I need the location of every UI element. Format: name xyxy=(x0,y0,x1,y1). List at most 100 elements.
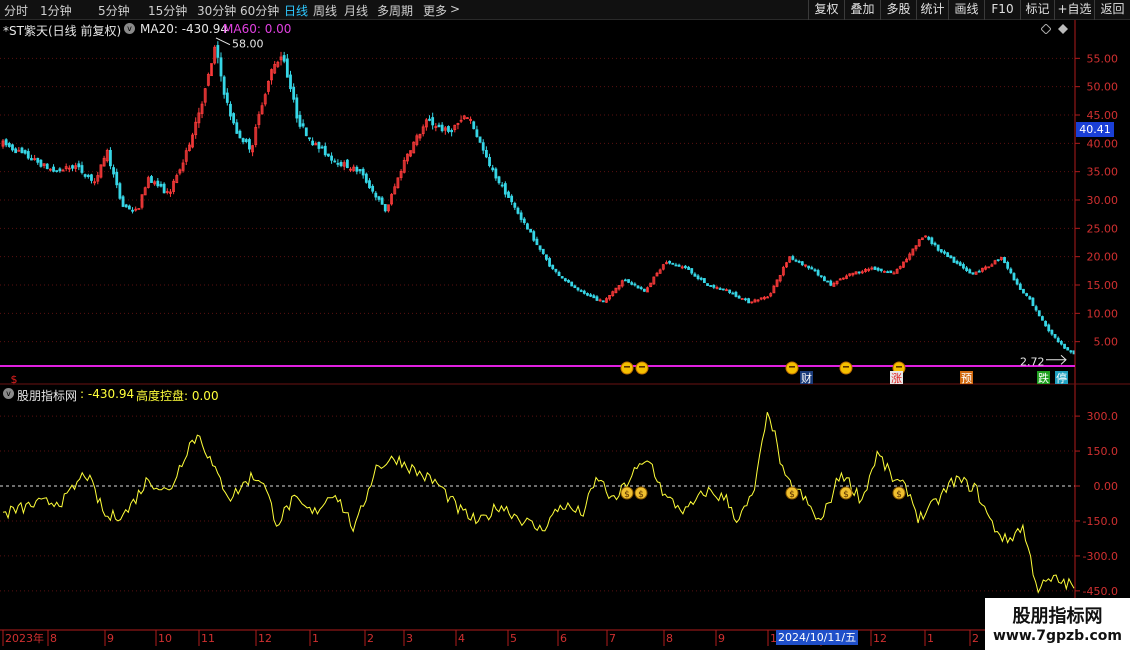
candle-body xyxy=(522,218,526,223)
statistics-button[interactable]: 统计 xyxy=(916,0,948,20)
candle-body xyxy=(526,223,529,230)
control-label: 高度控盘: 0.00 xyxy=(136,389,219,403)
overlay-button[interactable]: 叠加 xyxy=(844,0,880,20)
candle-body xyxy=(557,271,561,277)
multi-stock-button[interactable]: 多股 xyxy=(880,0,916,20)
chevron-down-icon[interactable]: v xyxy=(3,388,14,399)
period-tab-more[interactable]: 更多 xyxy=(423,2,447,19)
candle-body xyxy=(327,153,330,157)
draw-line-button[interactable]: 画线 xyxy=(948,0,984,20)
candle-body xyxy=(800,261,804,266)
candle-body xyxy=(229,103,232,117)
settings-diamond-icon[interactable] xyxy=(1058,24,1068,34)
emoji-eyes xyxy=(896,366,902,368)
indicator-axis-label: 300.0 xyxy=(1087,410,1119,423)
adjust-button[interactable]: 复权 xyxy=(808,0,844,20)
candle-body xyxy=(586,293,589,296)
candle-body xyxy=(497,176,501,184)
candle-body xyxy=(1006,261,1010,269)
candle-body xyxy=(1053,334,1057,338)
chart-canvas[interactable]: 55.0050.0045.0040.0035.0030.0025.0020.00… xyxy=(0,0,1130,650)
candle-body xyxy=(633,283,637,286)
money-bag-glyph: $ xyxy=(896,490,902,500)
period-toolbar: 分时 1分钟 5分钟 15分钟 30分钟 60分钟 日线 周线 月线 多周期 更… xyxy=(0,0,1130,20)
candle-body xyxy=(39,159,43,167)
candle-body xyxy=(1056,337,1060,343)
candle-body xyxy=(55,170,59,172)
candle-body xyxy=(955,260,959,264)
candle-body xyxy=(595,296,599,301)
candle-body xyxy=(1018,283,1022,290)
time-axis-label: 9 xyxy=(107,632,114,645)
indicator-axis-label: 0.00 xyxy=(1094,480,1119,493)
candle-body xyxy=(345,159,349,169)
period-tab-monthly[interactable]: 月线 xyxy=(344,2,368,19)
indicator-name: 股朋指标网 xyxy=(17,389,78,403)
marker-dollar: $ xyxy=(11,373,18,386)
price-axis-label: 35.00 xyxy=(1087,166,1119,179)
candle-body xyxy=(336,162,340,165)
candle-body xyxy=(478,136,482,143)
time-axis-label: 2 xyxy=(367,632,374,645)
time-axis-label: 1 xyxy=(927,632,934,645)
price-axis-label: 15.00 xyxy=(1087,279,1119,292)
indicator-value: : -430.94 xyxy=(80,387,135,401)
candle-body xyxy=(472,121,476,130)
candle-body xyxy=(873,266,877,270)
candle-body xyxy=(943,251,946,254)
mark-button[interactable]: 标记 xyxy=(1020,0,1054,20)
candle-body xyxy=(1066,347,1070,351)
candle-body xyxy=(702,278,706,283)
candle-body xyxy=(364,173,368,183)
candle-body xyxy=(510,195,514,203)
candle-body xyxy=(45,163,49,170)
candle-body xyxy=(1022,288,1025,294)
low-price-label: 2.72 xyxy=(1020,356,1045,369)
candle-body xyxy=(285,58,289,78)
candle-body xyxy=(630,282,634,285)
f10-button[interactable]: F10 xyxy=(984,0,1020,20)
add-watchlist-button[interactable]: +自选 xyxy=(1054,0,1094,20)
more-chevron-icon[interactable]: > xyxy=(450,2,460,16)
price-axis-label: 40.00 xyxy=(1087,137,1119,150)
candle-body xyxy=(747,298,751,304)
candle-body xyxy=(320,146,324,149)
candle-body xyxy=(371,185,375,192)
period-tab-15min[interactable]: 15分钟 xyxy=(148,2,187,19)
candle-body xyxy=(77,163,81,168)
candle-body xyxy=(1059,341,1063,345)
period-tab-weekly[interactable]: 周线 xyxy=(313,2,337,19)
candle-body xyxy=(484,150,488,158)
candle-body xyxy=(20,147,24,154)
candle-body xyxy=(1028,296,1032,300)
candle-body xyxy=(222,76,226,95)
candle-body xyxy=(560,276,564,279)
period-tab-1min[interactable]: 1分钟 xyxy=(40,2,72,19)
period-tab-30min[interactable]: 30分钟 xyxy=(197,2,236,19)
period-tab-realtime[interactable]: 分时 xyxy=(4,2,28,19)
candle-body xyxy=(744,298,747,301)
time-axis-label: 12 xyxy=(873,632,887,645)
chart-axes: 55.0050.0045.0040.0035.0030.0025.0020.00… xyxy=(0,20,1130,646)
candle-body xyxy=(447,126,450,132)
candle-body xyxy=(127,205,131,210)
emoji-face-icon xyxy=(839,361,853,375)
price-axis-label: 5.00 xyxy=(1094,336,1119,349)
period-tab-5min[interactable]: 5分钟 xyxy=(98,2,130,19)
candle-body xyxy=(677,264,681,267)
candle-body xyxy=(11,144,14,151)
candle-body xyxy=(545,254,548,260)
period-tab-60min[interactable]: 60分钟 xyxy=(240,2,279,19)
candle-body xyxy=(1003,257,1006,264)
back-button[interactable]: 返回 xyxy=(1094,0,1130,20)
candle-body xyxy=(601,300,605,303)
period-tab-multi[interactable]: 多周期 xyxy=(377,2,413,19)
candle-body xyxy=(58,168,62,172)
chevron-down-icon[interactable]: v xyxy=(124,23,135,34)
period-tab-daily[interactable]: 日线 xyxy=(284,2,308,19)
candle-body xyxy=(693,273,697,277)
watermark-title: 股朋指标网 xyxy=(1012,606,1103,627)
diamond-icon[interactable] xyxy=(1041,24,1051,34)
candle-body xyxy=(36,157,40,163)
candle-body xyxy=(323,145,327,156)
